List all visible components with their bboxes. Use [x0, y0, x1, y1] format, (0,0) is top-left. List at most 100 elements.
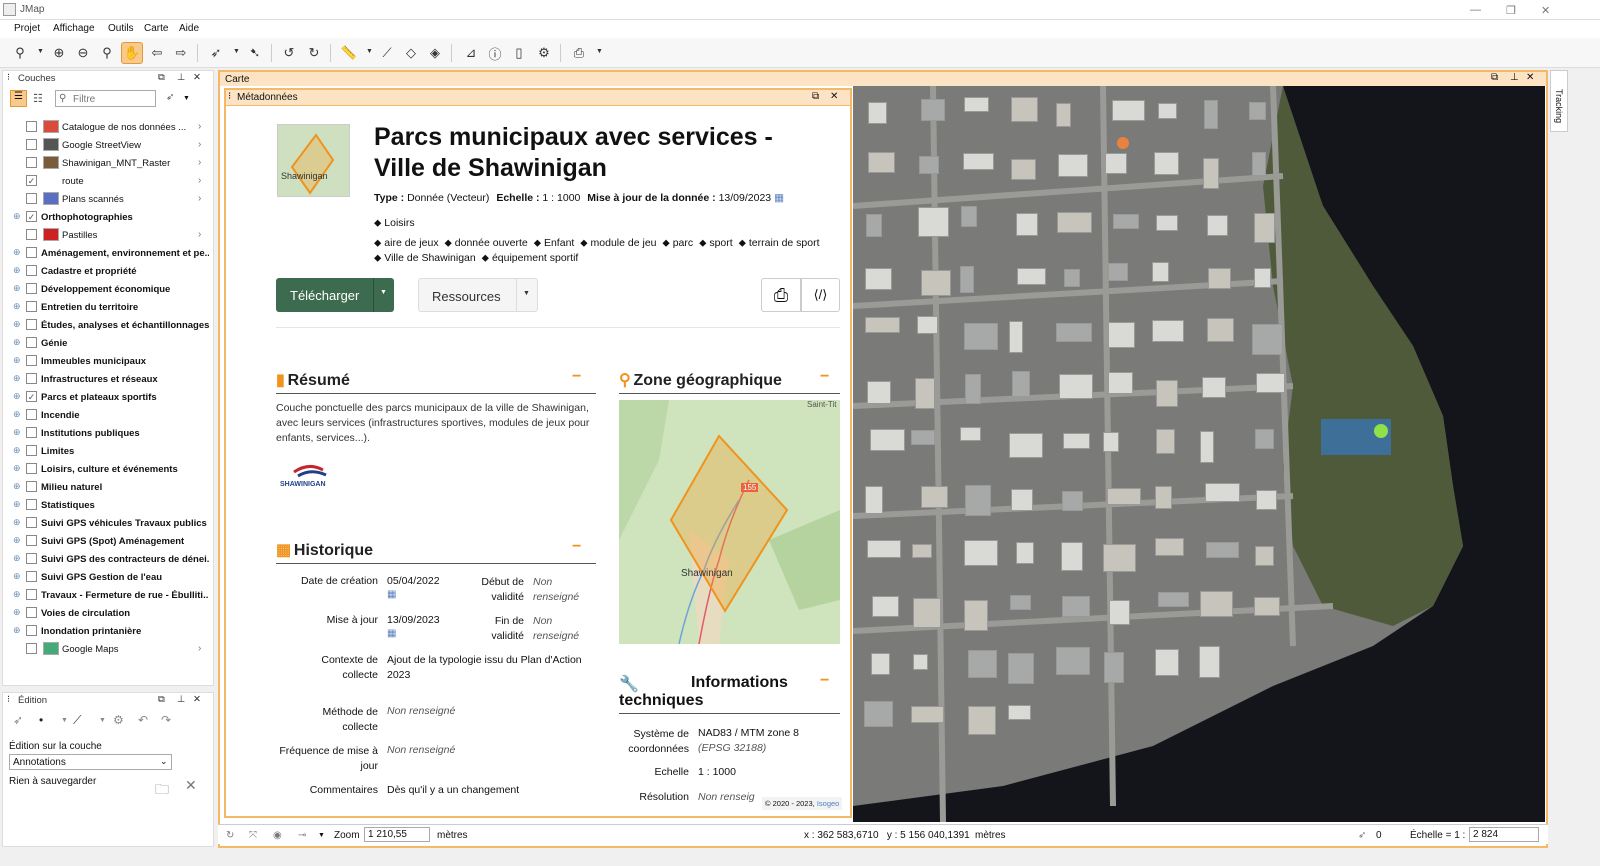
keyword-tag[interactable]: ⬥ sport [699, 237, 733, 249]
expand-icon[interactable]: ⊕ [13, 553, 21, 564]
print-icon[interactable]: ⎙ [568, 42, 590, 64]
tag-search-icon[interactable]: ◈ [424, 42, 446, 64]
layer-row[interactable]: ⊕ ✓ Orthophotographies [3, 208, 213, 226]
measure-area-icon[interactable]: ⟋ [376, 42, 398, 64]
layer-checkbox[interactable]: ✓ [26, 211, 37, 222]
layer-row[interactable]: ⊕ Limites [3, 442, 213, 460]
expand-icon[interactable]: ⊕ [13, 211, 21, 222]
layer-row[interactable]: ⊕ Suivi GPS véhicules Travaux publics [3, 514, 213, 532]
layer-checkbox[interactable] [26, 427, 37, 438]
zoom-out-icon[interactable]: ⊖ [72, 42, 94, 64]
expand-icon[interactable]: ⊕ [13, 355, 21, 366]
tracking-tab[interactable]: Tracking [1550, 70, 1568, 132]
redo-icon[interactable]: ↷ [161, 713, 171, 727]
layer-checkbox[interactable] [26, 481, 37, 492]
layer-checkbox[interactable] [26, 355, 37, 366]
layer-row[interactable]: Plans scannés › [3, 190, 213, 208]
zoom-input[interactable]: 1 210,55 [364, 827, 430, 842]
zoom-extent-icon[interactable]: ⚲ [96, 42, 118, 64]
layer-row[interactable]: Pastilles › [3, 226, 213, 244]
layer-row[interactable]: ⊕ Développement économique [3, 280, 213, 298]
collapse-icon[interactable]: − [572, 368, 581, 386]
code-export-icon[interactable]: ⟨/⟩ [801, 278, 840, 312]
isogeo-link[interactable]: Isogeo [817, 799, 840, 808]
print-icon[interactable]: ⎙ [761, 278, 801, 312]
layer-checkbox[interactable] [26, 121, 37, 132]
maximize-icon[interactable]: ⧉ [812, 91, 819, 102]
deselect-icon[interactable]: ➷ [244, 42, 266, 64]
dropdown-arrow-icon[interactable]: ▼ [37, 48, 44, 55]
chevron-right-icon[interactable]: › [198, 157, 201, 168]
layer-checkbox[interactable] [26, 445, 37, 456]
rotate-left-icon[interactable]: ↺ [278, 42, 300, 64]
layer-row[interactable]: ⊕ Travaux - Fermeture de rue - Ébulliti..… [3, 586, 213, 604]
layer-checkbox[interactable] [26, 571, 37, 582]
scale-input[interactable]: 2 824 [1469, 827, 1539, 842]
info-panel-icon[interactable]: ▯ [508, 42, 530, 64]
layer-checkbox[interactable] [26, 553, 37, 564]
close-panel-icon[interactable]: ✕ [193, 694, 201, 705]
keyword-tag[interactable]: ⬥ aire de jeux [374, 237, 439, 249]
expand-icon[interactable]: ⊕ [13, 445, 21, 456]
keyword-tag[interactable]: ⬥ module de jeu [580, 237, 656, 249]
pin-icon[interactable]: ⊥ [1510, 72, 1519, 83]
layer-row[interactable]: ⊕ Institutions publiques [3, 424, 213, 442]
layer-row[interactable]: ⊕ Entretien du territoire [3, 298, 213, 316]
expand-icon[interactable]: ⊕ [13, 481, 21, 492]
expand-icon[interactable]: ⊕ [13, 463, 21, 474]
float-icon[interactable]: ⧉ [158, 72, 165, 83]
expand-icon[interactable]: ⊕ [13, 499, 21, 510]
dropdown-arrow-icon[interactable]: ▼ [99, 717, 106, 724]
expand-icon[interactable]: ⊕ [13, 607, 21, 618]
dropdown-arrow-icon[interactable]: ▼ [366, 48, 373, 55]
measure-ruler-icon[interactable]: 📏 [338, 42, 360, 64]
layer-checkbox[interactable] [26, 463, 37, 474]
keyword-tag[interactable]: ⬥ Enfant [534, 237, 575, 249]
select-tool-icon[interactable]: ➶ [205, 42, 227, 64]
layer-row[interactable]: ⊕ Génie [3, 334, 213, 352]
caret-down-icon[interactable]: ▼ [523, 290, 530, 297]
collapse-icon[interactable]: − [572, 538, 581, 556]
dropdown-arrow-icon[interactable]: ▼ [596, 48, 603, 55]
float-icon[interactable]: ⧉ [1491, 72, 1498, 83]
edit-settings-icon[interactable]: ⚙ [113, 713, 124, 727]
layer-row[interactable]: ⊕ Suivi GPS des contracteurs de dénei... [3, 550, 213, 568]
layer-checkbox[interactable] [26, 517, 37, 528]
layer-checkbox[interactable] [26, 643, 37, 654]
layer-checkbox[interactable] [26, 301, 37, 312]
close-panel-icon[interactable]: ✕ [193, 72, 201, 83]
dropdown-arrow-icon[interactable]: ▼ [183, 95, 190, 102]
layer-checkbox[interactable] [26, 283, 37, 294]
close-panel-icon[interactable]: ✕ [1526, 72, 1534, 83]
caret-down-icon[interactable]: ▼ [380, 289, 387, 296]
expand-icon[interactable]: ⊕ [13, 337, 21, 348]
layer-row[interactable]: ⊕ Suivi GPS (Spot) Aménagement [3, 532, 213, 550]
keyword-tag[interactable]: ⬥ équipement sportif [482, 252, 579, 264]
menu-aide[interactable]: Aide [179, 23, 199, 34]
layer-row[interactable]: ⊕ Cadastre et propriété [3, 262, 213, 280]
zoom-in-icon[interactable]: ⊕ [48, 42, 70, 64]
expand-icon[interactable]: ⊕ [13, 571, 21, 582]
download-button[interactable]: Télécharger ▼ [276, 278, 394, 312]
layer-row[interactable]: ⊕ Inondation printanière [3, 622, 213, 640]
keyword-tag[interactable]: ⬥ parc [662, 237, 693, 249]
menu-affichage[interactable]: Affichage [53, 23, 95, 34]
chevron-right-icon[interactable]: › [198, 121, 201, 132]
expand-icon[interactable]: ⊕ [13, 625, 21, 636]
category-tag[interactable]: ⬥ Loisirs [374, 217, 415, 230]
zoom-tool-icon[interactable]: ⚲ [9, 42, 31, 64]
chevron-right-icon[interactable]: › [198, 229, 201, 240]
filter-input[interactable]: ⚲ Filtre [55, 90, 156, 107]
dropdown-arrow-icon[interactable]: ▼ [61, 717, 68, 724]
collapse-icon[interactable]: − [820, 368, 829, 386]
layer-row[interactable]: ⊕ Voies de circulation [3, 604, 213, 622]
pin-icon[interactable]: ⊥ [177, 694, 185, 705]
expand-icon[interactable]: ⊕ [13, 589, 21, 600]
layer-checkbox[interactable] [26, 193, 37, 204]
chart-icon[interactable]: ⊿ [460, 42, 482, 64]
expand-icon[interactable]: ⊕ [13, 535, 21, 546]
view-icon[interactable]: ◉ [273, 830, 282, 841]
menu-carte[interactable]: Carte [144, 23, 168, 34]
expand-icon[interactable]: ⊕ [13, 391, 21, 402]
layer-row[interactable]: Google Maps › [3, 640, 213, 658]
